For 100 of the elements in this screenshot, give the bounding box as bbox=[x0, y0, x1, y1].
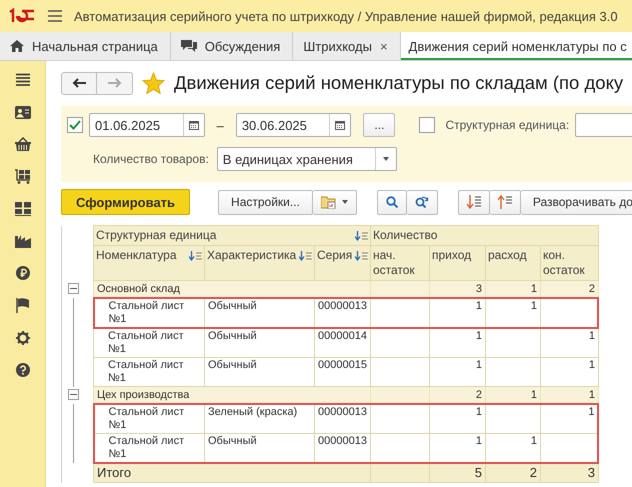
total-cell bbox=[370, 463, 430, 482]
table-cell: 1 bbox=[429, 404, 486, 434]
table-cell: Обычный bbox=[204, 434, 314, 463]
quantity-select[interactable]: В единицах хранения bbox=[216, 147, 397, 171]
tab-label: Движения серий номенклатуры по с bbox=[408, 38, 627, 54]
table-cell: 00000013 bbox=[314, 404, 370, 434]
table-cell: Обычный bbox=[204, 298, 314, 328]
table-cell bbox=[485, 358, 540, 386]
table-cell: Стальной лист №1 bbox=[94, 404, 204, 434]
basket-icon[interactable] bbox=[14, 137, 30, 151]
table-cell: 1 bbox=[429, 434, 486, 463]
calendar-icon bbox=[335, 120, 346, 130]
gear-icon[interactable] bbox=[16, 331, 30, 345]
search-button[interactable] bbox=[376, 190, 407, 214]
column-header: кон. остаток bbox=[540, 246, 598, 280]
factory-icon[interactable] bbox=[14, 234, 30, 248]
sort-icon[interactable] bbox=[354, 251, 368, 261]
unit-field[interactable] bbox=[575, 113, 632, 137]
menu-icon[interactable] bbox=[16, 73, 30, 87]
folder-icon bbox=[320, 195, 337, 209]
collapse-toggle[interactable] bbox=[68, 282, 79, 294]
caret-icon bbox=[342, 200, 348, 204]
ruble-icon[interactable] bbox=[16, 266, 30, 280]
quantity-label: Количество товаров: bbox=[93, 152, 209, 166]
tab-label: Штрихкоды bbox=[303, 38, 372, 54]
contact-card-icon[interactable] bbox=[14, 105, 30, 119]
date-separator: – bbox=[216, 118, 224, 132]
collapse-toggle[interactable] bbox=[68, 388, 79, 400]
tab-label: Обсуждения bbox=[204, 38, 280, 54]
table-cell: 1 bbox=[540, 358, 598, 386]
sort-icon[interactable] bbox=[354, 231, 368, 241]
total-cell: 3 bbox=[540, 463, 598, 482]
table-cell: 1 bbox=[540, 404, 598, 434]
expand-to-button[interactable]: Разворачивать до bbox=[520, 190, 632, 214]
table-cell: 1 bbox=[485, 298, 540, 328]
tab[interactable]: Начальная страница bbox=[0, 32, 171, 60]
expand-button[interactable] bbox=[490, 190, 521, 214]
column-header: Номенклатура bbox=[94, 246, 204, 280]
flag-icon[interactable] bbox=[16, 298, 30, 313]
tab[interactable]: Обсуждения bbox=[170, 32, 294, 60]
table-cell: 00000013 bbox=[314, 298, 370, 328]
table-cell: 00000014 bbox=[314, 328, 370, 358]
star-icon[interactable] bbox=[142, 72, 165, 94]
find-next-button[interactable] bbox=[406, 190, 438, 214]
date-field[interactable]: 30.06.2025 bbox=[236, 113, 352, 137]
settings-button[interactable]: Настройки... bbox=[218, 190, 313, 214]
logo-icon[interactable] bbox=[8, 8, 36, 24]
help-icon[interactable] bbox=[16, 363, 30, 377]
back-button[interactable] bbox=[61, 72, 97, 94]
column-header: Количество bbox=[370, 226, 598, 246]
table-cell: Зеленый (краска) bbox=[204, 404, 314, 434]
cart-icon[interactable] bbox=[14, 169, 30, 184]
table-cell bbox=[370, 328, 430, 358]
tab-label: Начальная страница bbox=[32, 38, 158, 54]
table-cell: Обычный bbox=[204, 358, 314, 386]
table-cell: 1 bbox=[429, 328, 486, 358]
period-checkbox[interactable] bbox=[67, 117, 83, 133]
table-cell bbox=[370, 298, 430, 328]
sort-icon[interactable] bbox=[299, 251, 312, 261]
home-icon bbox=[10, 40, 24, 52]
table-cell: 1 bbox=[429, 358, 486, 386]
column-header: расход bbox=[485, 246, 540, 280]
table-cell: 00000015 bbox=[314, 358, 370, 386]
table-cell: Стальной лист №1 bbox=[94, 298, 204, 328]
menu-icon[interactable] bbox=[48, 10, 62, 22]
tab[interactable]: Движения серий номенклатуры по с bbox=[400, 32, 632, 60]
table-cell: Стальной лист №1 bbox=[94, 328, 204, 358]
app-title: Автоматизация серийного учета по штрихкоду / Управление нашей фирмой, редакция 3.0 bbox=[74, 8, 618, 24]
table-cell: 1 bbox=[485, 434, 540, 463]
column-header: нач. остаток bbox=[370, 246, 430, 280]
caret-icon bbox=[382, 157, 389, 161]
sort-up-icon bbox=[498, 195, 512, 209]
arrow-left-icon bbox=[72, 78, 86, 88]
column-header: Характеристика bbox=[204, 246, 314, 280]
unit-label: Структурная единица: bbox=[445, 118, 570, 132]
collapse-button[interactable] bbox=[458, 190, 490, 214]
report-title: Движения серий номенклатуры по складам (по доку bbox=[174, 72, 624, 94]
table-cell bbox=[370, 404, 430, 434]
table-cell bbox=[540, 298, 598, 328]
table-cell bbox=[370, 358, 430, 386]
table-cell bbox=[540, 434, 598, 463]
close-icon[interactable]: × bbox=[380, 38, 388, 54]
calendar-icon bbox=[188, 120, 199, 130]
date-field[interactable]: 01.06.2025 bbox=[89, 113, 205, 137]
search-icon bbox=[386, 196, 398, 208]
search-repeat-icon bbox=[414, 196, 429, 208]
table-cell bbox=[485, 328, 540, 358]
arrow-right-icon bbox=[108, 78, 122, 88]
table-cell: Стальной лист №1 bbox=[94, 434, 204, 463]
table-cell bbox=[370, 434, 430, 463]
unit-checkbox[interactable] bbox=[419, 117, 436, 133]
grid-icon[interactable] bbox=[14, 202, 30, 216]
table-cell: 1 bbox=[429, 298, 486, 328]
generate-button[interactable]: Сформировать bbox=[61, 189, 190, 215]
sort-icon[interactable] bbox=[189, 251, 202, 261]
table-cell: 1 bbox=[540, 328, 598, 358]
variant-button[interactable] bbox=[312, 190, 357, 214]
table-cell bbox=[485, 404, 540, 434]
column-header: приход bbox=[429, 246, 486, 280]
period-button[interactable]: ... bbox=[363, 113, 396, 137]
